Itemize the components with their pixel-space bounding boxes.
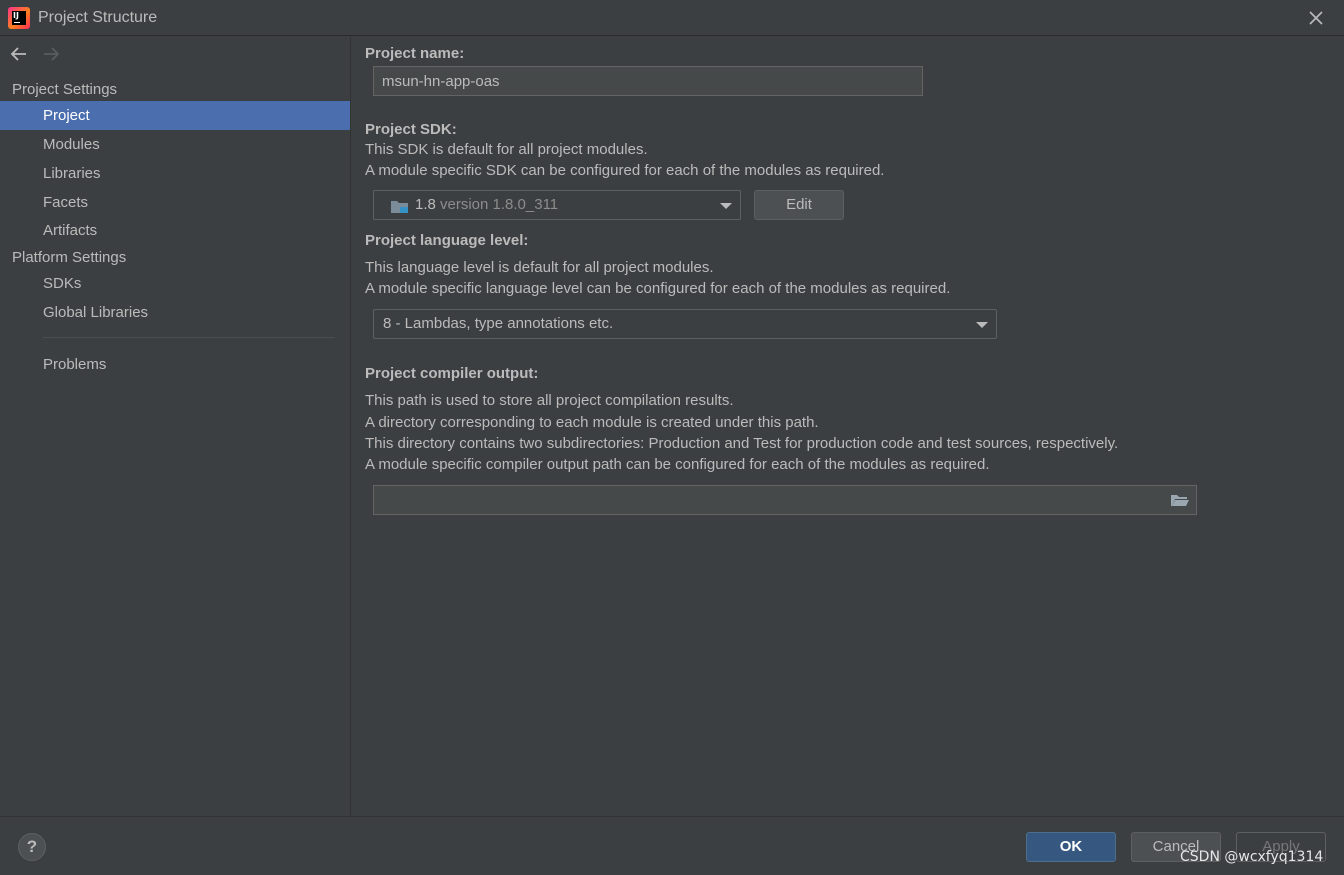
sidebar-item-global-libraries[interactable]: Global Libraries [0, 298, 350, 327]
chevron-down-icon [976, 322, 988, 328]
back-arrow-icon[interactable] [9, 45, 29, 63]
compiler-output-desc-1: This path is used to store all project c… [365, 392, 734, 409]
sdk-edit-button[interactable]: Edit [754, 190, 844, 220]
section-project-settings: Project Settings [12, 81, 118, 98]
window-title: Project Structure [38, 9, 158, 26]
compiler-output-path-input[interactable] [373, 485, 1197, 515]
compiler-output-desc-2: A directory corresponding to each module… [365, 414, 819, 431]
language-level-label: Project language level: [365, 232, 529, 249]
project-sdk-label: Project SDK: [365, 121, 457, 138]
project-sdk-desc-1: This SDK is default for all project modu… [365, 141, 648, 158]
ok-button[interactable]: OK [1026, 832, 1116, 862]
dialog-footer: ? OK Cancel Apply CSDN @wcxfyq1314 [0, 816, 1344, 875]
language-level-dropdown[interactable]: 8 - Lambdas, type annotations etc. [373, 309, 997, 339]
sidebar-item-facets[interactable]: Facets [0, 188, 350, 217]
compiler-output-desc-4: A module specific compiler output path c… [365, 456, 990, 473]
forward-arrow-icon[interactable] [41, 45, 61, 63]
sidebar-item-artifacts[interactable]: Artifacts [0, 216, 350, 245]
help-button[interactable]: ? [18, 833, 46, 861]
watermark-text: CSDN @wcxfyq1314 [1180, 849, 1324, 865]
language-level-desc-2: A module specific language level can be … [365, 280, 951, 297]
sidebar-item-project[interactable]: Project [0, 101, 350, 130]
sdk-name: 1.8 [415, 196, 436, 213]
project-sdk-desc-2: A module specific SDK can be configured … [365, 162, 885, 179]
project-name-label: Project name: [365, 45, 465, 62]
sdk-version: version 1.8.0_311 [440, 196, 559, 213]
compiler-output-desc-3: This directory contains two subdirectori… [365, 435, 1119, 452]
intellij-logo-icon: IJ [8, 7, 30, 29]
sidebar-item-sdks[interactable]: SDKs [0, 269, 350, 298]
project-settings-panel: Project name: Project SDK: This SDK is d… [352, 37, 1344, 816]
sidebar-item-modules[interactable]: Modules [0, 130, 350, 159]
language-level-value: 8 - Lambdas, type annotations etc. [383, 315, 614, 332]
compiler-output-label: Project compiler output: [365, 365, 539, 382]
project-structure-dialog: IJ Project Structure Project Settings Pr… [0, 0, 1344, 875]
language-level-desc-1: This language level is default for all p… [365, 259, 714, 276]
project-name-input[interactable] [373, 66, 923, 96]
sidebar-item-libraries[interactable]: Libraries [0, 159, 350, 188]
section-platform-settings: Platform Settings [12, 249, 127, 266]
sdk-folder-icon [390, 197, 410, 213]
sidebar: Project Settings Project Modules Librari… [0, 37, 351, 816]
title-bar: IJ Project Structure [0, 0, 1344, 36]
chevron-down-icon [720, 203, 732, 209]
sidebar-divider [43, 337, 335, 338]
project-sdk-dropdown[interactable]: 1.8 version 1.8.0_311 [373, 190, 741, 220]
browse-folder-icon[interactable] [1170, 492, 1190, 508]
close-icon[interactable] [1304, 6, 1328, 30]
sidebar-item-problems[interactable]: Problems [0, 350, 350, 379]
